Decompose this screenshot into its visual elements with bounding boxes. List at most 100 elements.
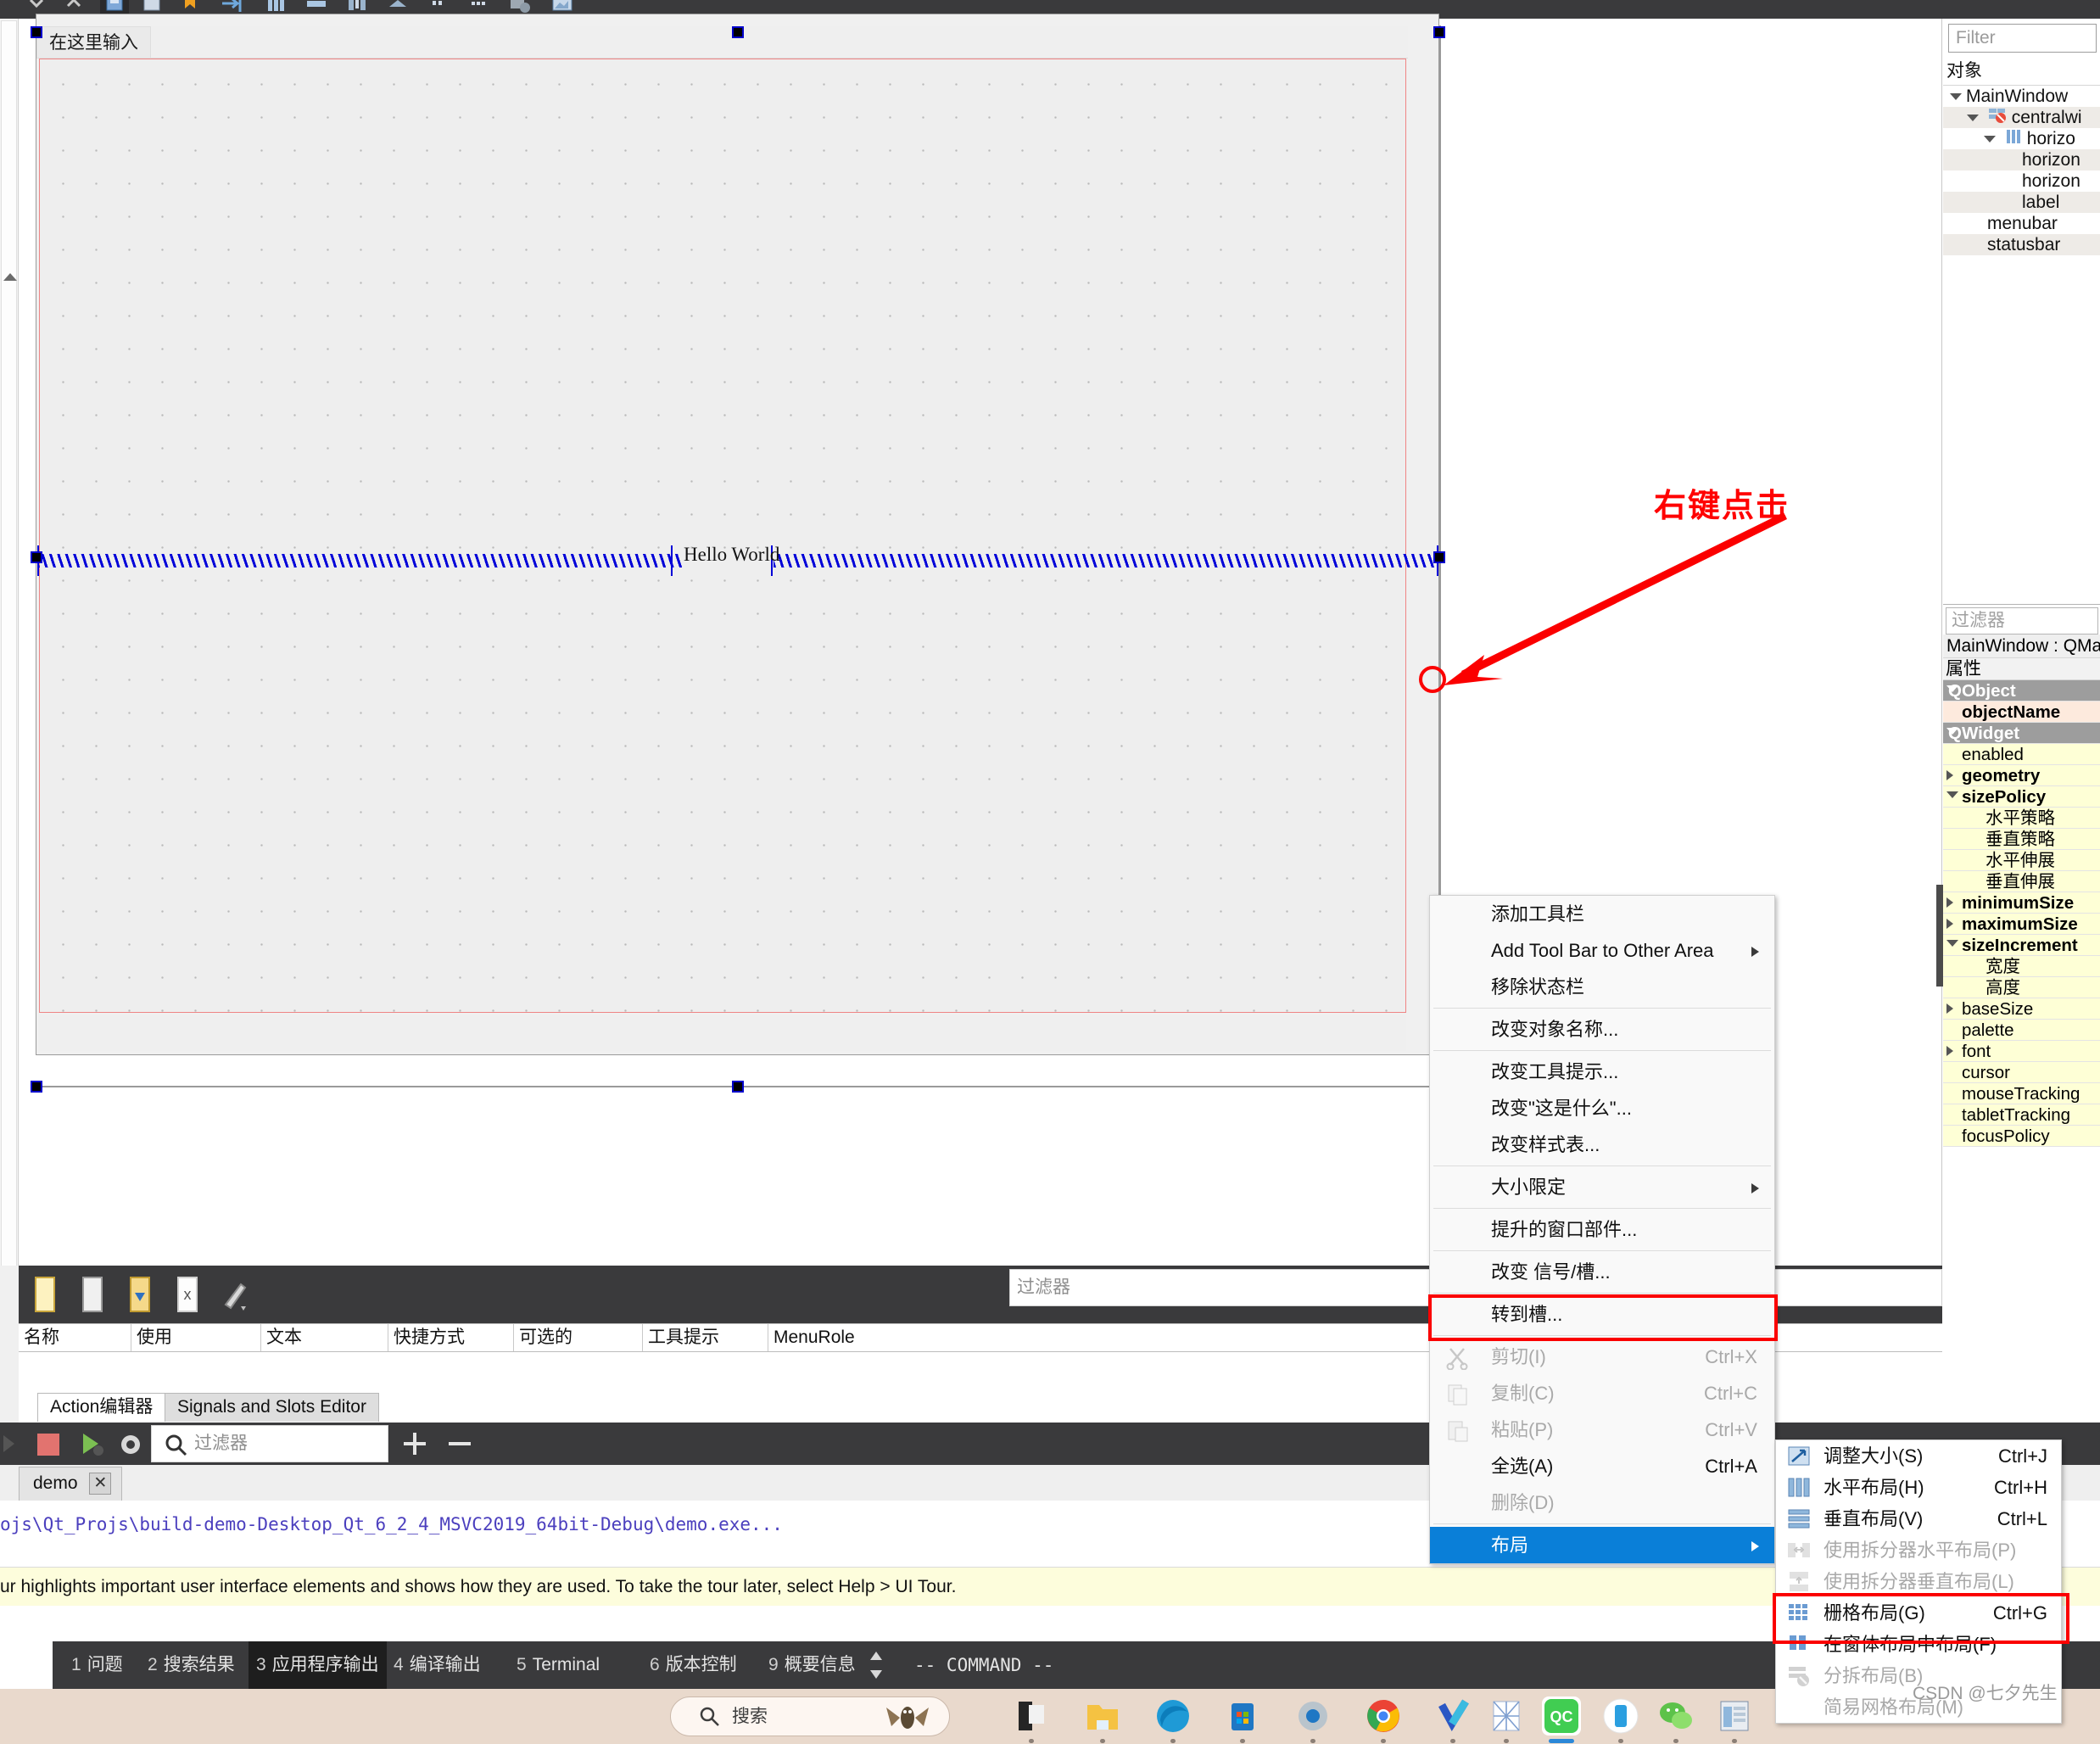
central-widget-dotted-area[interactable] bbox=[39, 59, 1406, 1013]
property-row[interactable]: mouseTracking bbox=[1943, 1083, 2100, 1104]
chevron-right-icon[interactable] bbox=[1946, 919, 1953, 929]
property-row[interactable]: 垂直伸展 bbox=[1943, 871, 2100, 892]
selection-handle-mid-left[interactable] bbox=[31, 551, 42, 563]
configure-action-icon[interactable] bbox=[217, 1274, 254, 1315]
menu-item-change-signals-slots[interactable]: 改变 信号/槽... bbox=[1430, 1254, 1774, 1290]
menu-item-add-toolbar[interactable]: 添加工具栏 bbox=[1430, 896, 1774, 932]
hello-world-label[interactable]: Hello World bbox=[684, 544, 779, 566]
taskbar-app-file-explorer[interactable] bbox=[1083, 1696, 1122, 1736]
property-row[interactable]: maximumSize bbox=[1943, 914, 2100, 935]
status-tab-summary[interactable]: 9概要信息 bbox=[761, 1641, 863, 1689]
property-row[interactable]: 水平策略 bbox=[1943, 808, 2100, 829]
status-tab-application-output[interactable]: 3应用程序输出 bbox=[249, 1641, 387, 1689]
property-row[interactable]: font bbox=[1943, 1041, 2100, 1062]
chevron-down-icon[interactable] bbox=[1946, 685, 1958, 692]
taskbar-app-wechat[interactable] bbox=[1656, 1696, 1695, 1736]
tab-action-editor[interactable]: Action编辑器 bbox=[37, 1393, 165, 1422]
chevron-right-icon[interactable] bbox=[1946, 770, 1953, 780]
property-row[interactable]: minimumSize bbox=[1943, 892, 2100, 914]
property-row[interactable]: sizePolicy bbox=[1943, 786, 2100, 808]
chevron-down-icon[interactable] bbox=[1984, 136, 1996, 143]
chevron-down-icon[interactable] bbox=[1967, 115, 1979, 121]
property-row[interactable]: objectName bbox=[1943, 702, 2100, 723]
menu-item-size-constraint[interactable]: 大小限定 bbox=[1430, 1169, 1774, 1205]
run-expand-arrow-icon[interactable] bbox=[0, 1433, 20, 1460]
submenu-item-form-layout[interactable]: 在窗体布局中布局(F) bbox=[1776, 1629, 2061, 1660]
output-tab-demo[interactable]: demo ✕ bbox=[19, 1467, 122, 1501]
chevron-down-icon[interactable] bbox=[1950, 93, 1962, 100]
property-row[interactable]: palette bbox=[1943, 1020, 2100, 1041]
menu-item-add-toolbar-other-area[interactable]: Add Tool Bar to Other Area bbox=[1430, 932, 1774, 969]
action-col-tooltip[interactable]: 工具提示 bbox=[643, 1324, 768, 1351]
submenu-item-horizontal-splitter[interactable]: 使用拆分器水平布局(P) bbox=[1776, 1534, 2061, 1566]
taskbar-app-network[interactable] bbox=[1487, 1696, 1526, 1736]
scrollbar-thumb[interactable] bbox=[1, 20, 17, 1276]
property-row[interactable]: 水平伸展 bbox=[1943, 850, 2100, 871]
status-tab-search-results[interactable]: 2搜索结果 bbox=[140, 1641, 243, 1689]
tab-signals-slots-editor[interactable]: Signals and Slots Editor bbox=[165, 1393, 379, 1422]
submenu-item-horizontal-layout[interactable]: 水平布局(H) Ctrl+H bbox=[1776, 1472, 2061, 1503]
menu-item-change-tooltip[interactable]: 改变工具提示... bbox=[1430, 1054, 1774, 1090]
selection-handle-top-left[interactable] bbox=[31, 26, 42, 38]
paste-action-icon[interactable] bbox=[122, 1274, 159, 1315]
property-row[interactable]: 垂直策略 bbox=[1943, 829, 2100, 850]
action-col-text[interactable]: 文本 bbox=[261, 1324, 388, 1351]
property-row[interactable]: focusPolicy bbox=[1943, 1126, 2100, 1147]
chevron-right-icon[interactable] bbox=[1946, 1046, 1953, 1056]
property-editor-scrollbar[interactable] bbox=[1936, 885, 1943, 987]
action-col-shortcut[interactable]: 快捷方式 bbox=[388, 1324, 514, 1351]
property-row[interactable]: cursor bbox=[1943, 1062, 2100, 1083]
property-group-row[interactable]: QWidget bbox=[1943, 723, 2100, 744]
submenu-item-adjust-size[interactable]: 调整大小(S) Ctrl+J bbox=[1776, 1440, 2061, 1472]
action-col-checkable[interactable]: 可选的 bbox=[514, 1324, 643, 1351]
status-tab-terminal[interactable]: 5Terminal bbox=[509, 1641, 607, 1689]
selection-handle-bottom-center[interactable] bbox=[732, 1081, 744, 1093]
action-col-used[interactable]: 使用 bbox=[131, 1324, 261, 1351]
taskbar-app-chrome[interactable] bbox=[1364, 1696, 1403, 1736]
canvas-vertical-scrollbar[interactable] bbox=[0, 19, 19, 1266]
taskbar-app-settings[interactable] bbox=[1293, 1696, 1332, 1736]
menu-item-paste[interactable]: 粘贴(P) Ctrl+V bbox=[1430, 1411, 1774, 1448]
form-menubar[interactable]: 在这里输入 bbox=[36, 26, 1408, 59]
design-form-window[interactable]: 在这里输入 bbox=[36, 14, 1439, 1055]
stop-button-icon[interactable] bbox=[36, 1432, 61, 1462]
object-tree-row[interactable]: horizo bbox=[1943, 128, 2100, 149]
taskbar-app-edge[interactable] bbox=[1153, 1696, 1192, 1736]
delete-action-icon[interactable]: x bbox=[170, 1274, 207, 1315]
run-debug-icon[interactable] bbox=[80, 1431, 107, 1463]
menu-item-go-to-slot[interactable]: 转到槽... bbox=[1430, 1296, 1774, 1333]
property-filter-input[interactable]: 过滤器 bbox=[1946, 607, 2098, 634]
menu-item-change-stylesheet[interactable]: 改变样式表... bbox=[1430, 1126, 1774, 1163]
menubar-placeholder-item[interactable]: 在这里输入 bbox=[36, 26, 151, 59]
object-tree-row[interactable]: menubar bbox=[1943, 213, 2100, 234]
object-tree-row[interactable]: horizon bbox=[1943, 170, 2100, 192]
object-tree-row[interactable]: statusbar bbox=[1943, 234, 2100, 255]
object-filter-input[interactable]: Filter bbox=[1948, 24, 2097, 53]
chevron-down-icon[interactable] bbox=[1946, 940, 1958, 947]
taskbar-app-window-manager[interactable] bbox=[1715, 1696, 1754, 1736]
property-row[interactable]: geometry bbox=[1943, 765, 2100, 786]
object-tree-row[interactable]: horizon bbox=[1943, 149, 2100, 170]
menu-item-select-all[interactable]: 全选(A) Ctrl+A bbox=[1430, 1448, 1774, 1484]
object-tree-row[interactable]: centralwi bbox=[1943, 107, 2100, 128]
object-tree-row[interactable]: MainWindow bbox=[1943, 86, 2100, 107]
status-tab-compile-output[interactable]: 4编译输出 bbox=[386, 1641, 489, 1689]
run-filter-input[interactable]: 过滤器 bbox=[151, 1425, 388, 1462]
chevron-down-icon[interactable] bbox=[1946, 791, 1958, 798]
copy-action-icon[interactable] bbox=[75, 1274, 112, 1315]
property-row[interactable]: 宽度 bbox=[1943, 956, 2100, 977]
property-row[interactable]: 高度 bbox=[1943, 977, 2100, 998]
form-statusbar[interactable] bbox=[39, 1015, 1406, 1051]
submenu-item-vertical-layout[interactable]: 垂直布局(V) Ctrl+L bbox=[1776, 1503, 2061, 1534]
menu-item-copy[interactable]: 复制(C) Ctrl+C bbox=[1430, 1375, 1774, 1411]
context-menu[interactable]: 添加工具栏 Add Tool Bar to Other Area 移除状态栏 改… bbox=[1429, 895, 1775, 1564]
add-button-icon[interactable] bbox=[400, 1429, 429, 1463]
selection-handle-top-center[interactable] bbox=[732, 26, 744, 38]
scroll-up-arrow-icon[interactable] bbox=[3, 273, 17, 281]
status-updown-arrows-icon[interactable] bbox=[868, 1650, 884, 1680]
menu-item-change-whatsthis[interactable]: 改变"这是什么"... bbox=[1430, 1090, 1774, 1126]
menu-item-remove-statusbar[interactable]: 移除状态栏 bbox=[1430, 969, 1774, 1005]
menu-item-delete[interactable]: 删除(D) bbox=[1430, 1484, 1774, 1521]
taskbar-app-microsoft-store[interactable] bbox=[1223, 1696, 1262, 1736]
menu-item-change-object-name[interactable]: 改变对象名称... bbox=[1430, 1011, 1774, 1048]
